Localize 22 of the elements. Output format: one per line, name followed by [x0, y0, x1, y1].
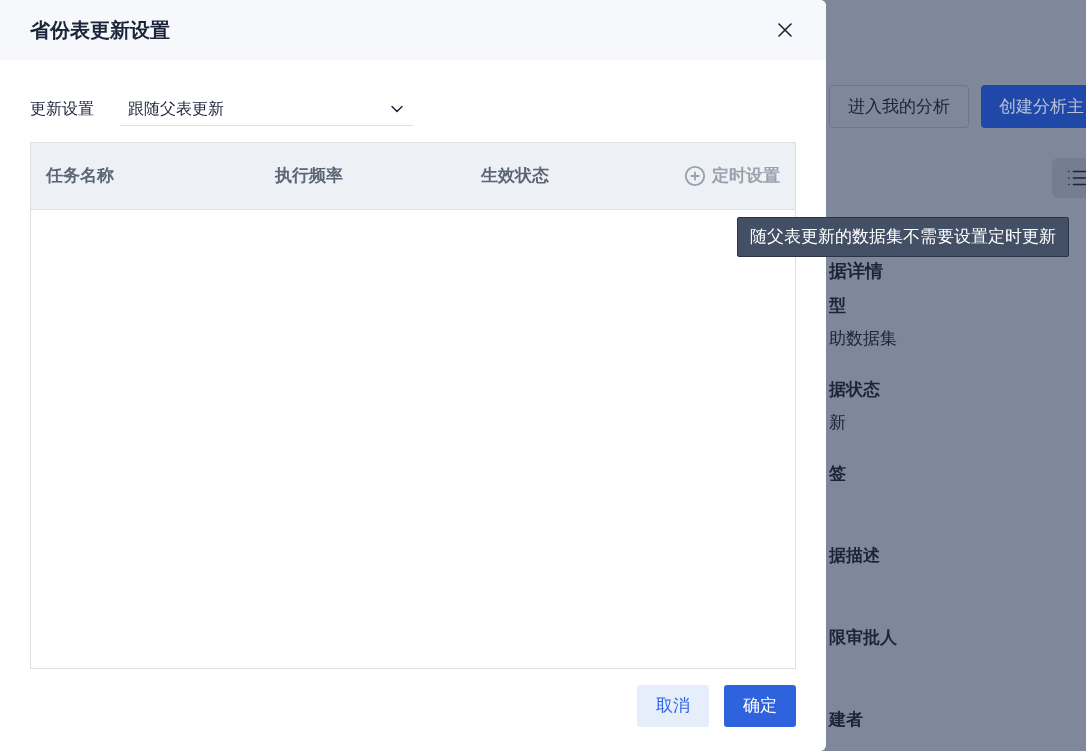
my-analysis-button[interactable]: 进入我的分析: [829, 85, 969, 128]
dialog-title: 省份表更新设置: [30, 18, 170, 43]
detail-value: 助数据集: [829, 329, 897, 349]
create-button[interactable]: 创建分析主: [981, 85, 1086, 128]
update-setting-select[interactable]: 跟随父表更新: [120, 92, 413, 126]
detail-label: 限审批人: [829, 628, 897, 647]
plus-circle-icon: [684, 165, 706, 187]
detail-label: 签: [829, 464, 846, 483]
tooltip: 随父表更新的数据集不需要设置定时更新: [737, 217, 1069, 257]
detail-value: 新: [829, 413, 846, 433]
column-header: 执行频率: [275, 165, 344, 188]
column-header: 任务名称: [46, 165, 115, 188]
detail-label: 型: [829, 296, 846, 315]
confirm-button[interactable]: 确定: [724, 685, 796, 727]
update-setting-label: 更新设置: [30, 99, 95, 119]
cancel-button[interactable]: 取消: [637, 685, 709, 727]
detail-heading: 据详情: [829, 261, 883, 281]
schedule-setting-button: 定时设置: [684, 163, 780, 189]
detail-label: 建者: [829, 710, 863, 729]
column-header: 生效状态: [481, 165, 550, 188]
detail-label: 据描述: [829, 546, 880, 565]
detail-label: 据状态: [829, 380, 880, 399]
